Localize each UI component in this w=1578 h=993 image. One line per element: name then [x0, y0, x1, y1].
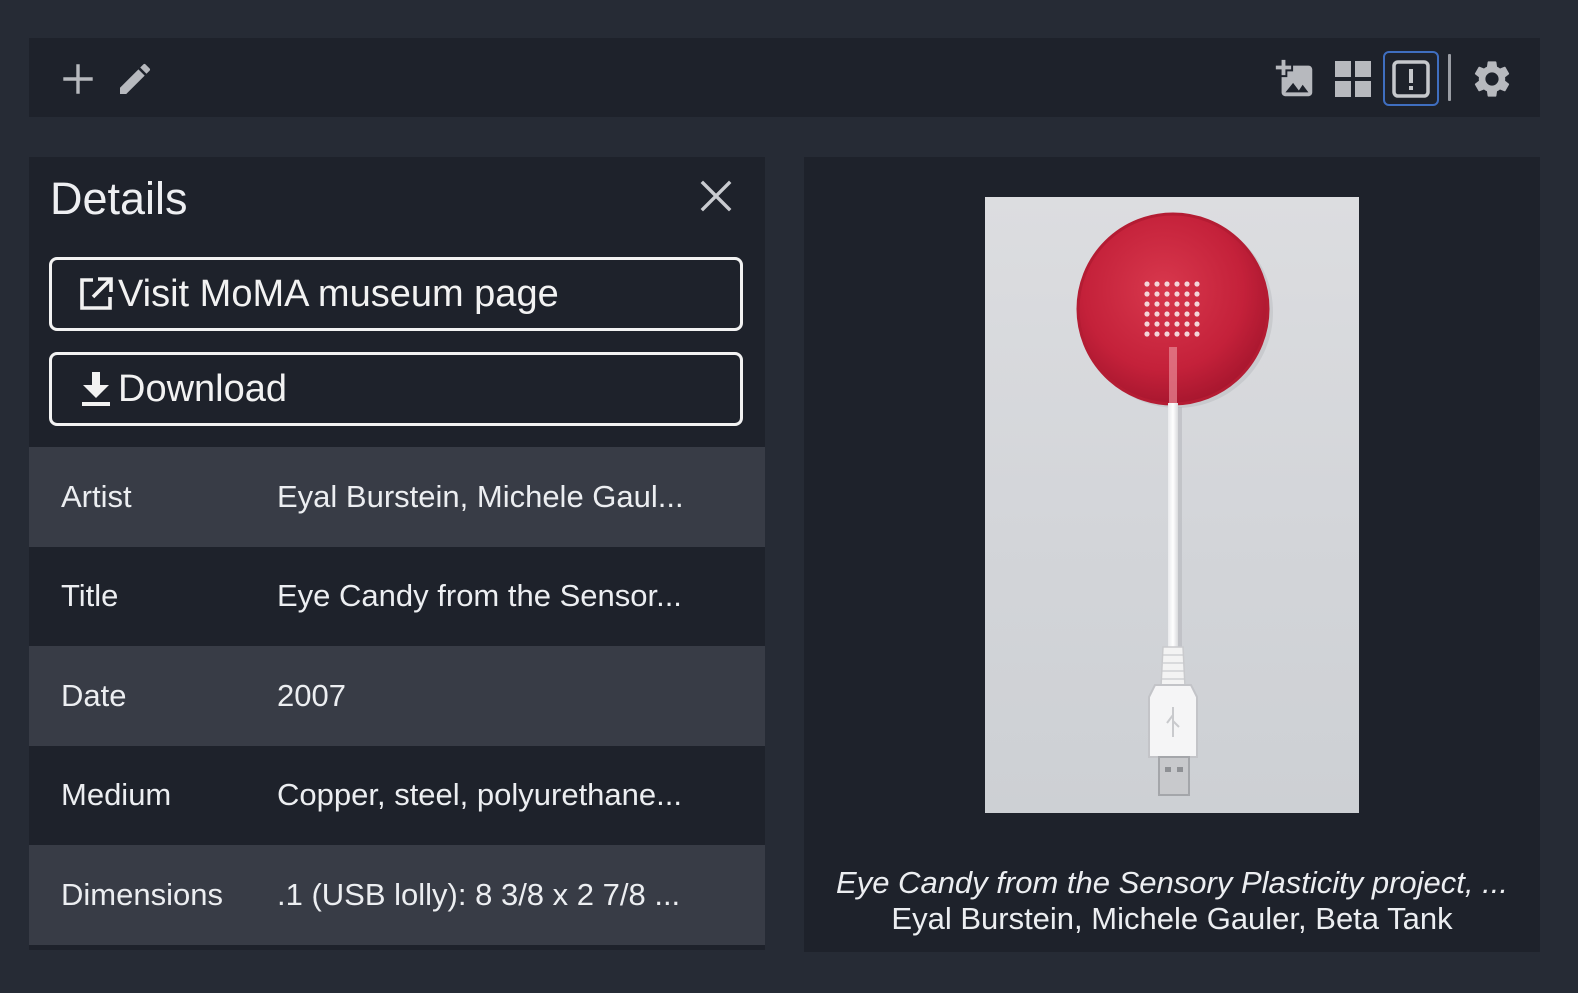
metadata-row-artist: Artist Eyal Burstein, Michele Gaul... [29, 447, 765, 547]
artwork-caption-artist: Eyal Burstein, Michele Gauler, Beta Tank [891, 901, 1453, 936]
settings-button[interactable] [1467, 54, 1517, 104]
close-icon [700, 180, 732, 212]
metadata-value: Eye Candy from the Sensor... [277, 578, 682, 614]
metadata-key: Title [61, 578, 119, 614]
add-button[interactable] [56, 57, 100, 101]
visit-museum-page-label: Visit MoMA museum page [118, 272, 559, 315]
details-panel: Details Visit MoMA museum page Download [29, 157, 765, 950]
metadata-key: Artist [61, 478, 132, 514]
download-label: Download [118, 367, 287, 410]
grid-icon [1335, 61, 1371, 97]
visit-museum-page-button[interactable]: Visit MoMA museum page [49, 257, 743, 331]
image-viewer: Eye Candy from the Sensory Plasticity pr… [804, 157, 1540, 952]
metadata-table: Artist Eyal Burstein, Michele Gaul... Ti… [29, 447, 765, 945]
usb-lollipop-illustration [1076, 212, 1273, 796]
metadata-row-medium: Medium Copper, steel, polyurethane... [29, 745, 765, 845]
metadata-key: Dimensions [61, 876, 223, 912]
grid-view-button[interactable] [1330, 56, 1376, 102]
external-link-icon [74, 272, 118, 316]
metadata-value: 2007 [277, 677, 346, 713]
metadata-row-dimensions: Dimensions .1 (USB lolly): 8 3/8 x 2 7/8… [29, 845, 765, 945]
metadata-row-date: Date 2007 [29, 646, 765, 746]
gear-icon [1474, 61, 1510, 97]
pencil-icon [120, 63, 151, 94]
details-icon [1392, 59, 1430, 98]
metadata-row-title: Title Eye Candy from the Sensor... [29, 546, 765, 646]
metadata-key: Date [61, 677, 127, 713]
details-toggle-button[interactable] [1383, 51, 1439, 106]
plus-icon [63, 64, 93, 94]
download-icon [74, 367, 118, 411]
edit-button[interactable] [112, 57, 158, 101]
metadata-key: Medium [61, 777, 172, 813]
details-title: Details [50, 173, 188, 224]
download-button[interactable]: Download [49, 352, 743, 426]
metadata-value: Copper, steel, polyurethane... [277, 777, 682, 813]
top-toolbar [29, 38, 1540, 117]
artwork-image[interactable] [985, 197, 1359, 813]
add-image-icon [1275, 59, 1313, 97]
toolbar-divider [1448, 54, 1451, 101]
close-details-button[interactable] [697, 177, 735, 215]
add-image-button[interactable] [1271, 56, 1319, 102]
metadata-value: .1 (USB lolly): 8 3/8 x 2 7/8 ... [277, 876, 681, 912]
artwork-caption-title: Eye Candy from the Sensory Plasticity pr… [836, 865, 1508, 900]
metadata-value: Eyal Burstein, Michele Gaul... [277, 478, 684, 514]
